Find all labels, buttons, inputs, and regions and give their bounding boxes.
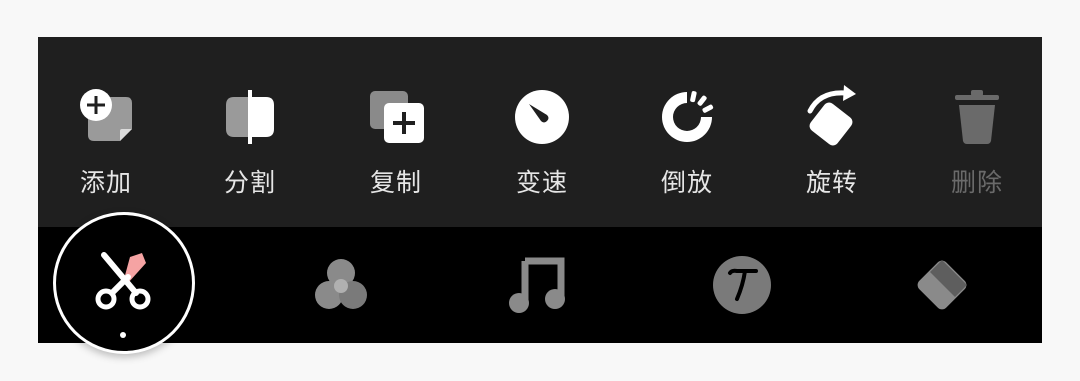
reverse-label: 倒放 — [660, 168, 713, 197]
add-button[interactable]: 添加 — [51, 85, 161, 205]
tab-text[interactable] — [702, 247, 782, 327]
speed-label: 变速 — [515, 168, 568, 197]
speed-icon — [510, 85, 574, 149]
rotate-button[interactable]: 旋转 — [777, 85, 887, 205]
scissors-icon — [92, 249, 156, 317]
add-label: 添加 — [79, 168, 132, 197]
reverse-icon — [655, 85, 719, 149]
filter-circles-icon — [309, 253, 373, 321]
text-icon — [710, 253, 774, 321]
tab-edit[interactable] — [53, 212, 195, 354]
trash-icon — [945, 85, 1009, 149]
tab-filter[interactable] — [301, 247, 381, 327]
add-clip-icon — [74, 85, 138, 149]
active-indicator-dot — [120, 332, 126, 338]
delete-button[interactable]: 删除 — [922, 85, 1032, 205]
split-icon — [218, 85, 282, 149]
rotate-label: 旋转 — [805, 168, 858, 197]
edit-toolbar: 添加 分割 复制 变速 倒放 旋转 删除 — [38, 37, 1042, 227]
tab-music[interactable] — [497, 247, 577, 327]
rotate-icon — [800, 85, 864, 149]
split-label: 分割 — [223, 168, 276, 197]
copy-icon — [364, 85, 428, 149]
copy-button[interactable]: 复制 — [341, 85, 451, 205]
tab-sticker[interactable] — [902, 247, 982, 327]
reverse-button[interactable]: 倒放 — [632, 85, 742, 205]
music-note-icon — [505, 253, 569, 321]
split-button[interactable]: 分割 — [195, 85, 305, 205]
sticker-icon — [910, 253, 974, 321]
delete-label: 删除 — [950, 168, 1003, 197]
speed-button[interactable]: 变速 — [487, 85, 597, 205]
copy-label: 复制 — [369, 168, 422, 197]
